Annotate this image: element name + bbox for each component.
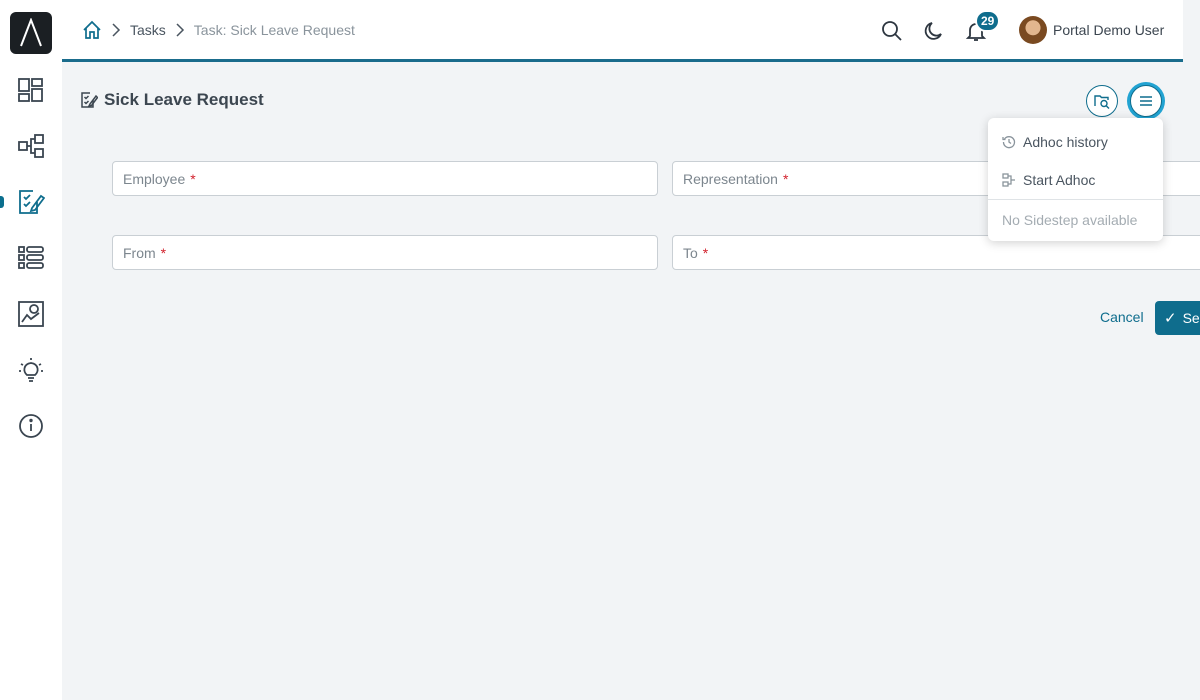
- history-icon: [1002, 136, 1016, 149]
- actions-dropdown-menu: Adhoc history Start Adhoc No Sidestep av…: [988, 118, 1163, 241]
- list-icon: [18, 246, 44, 269]
- search-icon: [882, 21, 902, 41]
- cancel-button[interactable]: Cancel: [1100, 309, 1144, 325]
- send-label: Ser: [1182, 310, 1200, 326]
- from-label: From: [123, 244, 156, 261]
- avatar: [1019, 16, 1047, 44]
- menu-item-start-adhoc[interactable]: Start Adhoc: [988, 161, 1163, 199]
- breadcrumb-home[interactable]: [82, 20, 102, 40]
- breadcrumb-current-task: Task: Sick Leave Request: [193, 22, 355, 38]
- no-sidestep-note: No Sidestep available: [1002, 212, 1138, 228]
- breadcrumb-separator-icon: [175, 23, 185, 37]
- moon-icon: [924, 22, 942, 40]
- from-date-field[interactable]: From *: [112, 235, 658, 270]
- notification-count-badge: 29: [975, 10, 1001, 32]
- sidebar: [0, 0, 62, 700]
- dark-mode-toggle[interactable]: [921, 18, 947, 44]
- required-marker: *: [190, 170, 196, 187]
- required-marker: *: [702, 244, 709, 261]
- send-button[interactable]: ✓ Ser: [1155, 301, 1200, 335]
- sidebar-item-list[interactable]: [0, 236, 62, 280]
- sidebar-item-dashboard[interactable]: [0, 68, 62, 112]
- folder-search-icon: [1094, 95, 1110, 109]
- breadcrumb: Tasks Task: Sick Leave Request: [82, 20, 355, 40]
- process-icon: [18, 134, 44, 158]
- required-marker: *: [160, 244, 167, 261]
- sidebar-item-info[interactable]: [0, 404, 62, 448]
- employee-label: Employee: [123, 170, 186, 187]
- ideas-icon: [19, 358, 43, 382]
- tasks-icon: [19, 190, 45, 214]
- logo-icon: [20, 18, 42, 47]
- required-marker: *: [782, 170, 789, 187]
- menu-item-label: Start Adhoc: [1023, 172, 1096, 188]
- dashboard-icon: [18, 78, 43, 102]
- to-label: To: [683, 244, 698, 261]
- search-button[interactable]: [879, 18, 905, 44]
- home-icon: [83, 20, 101, 39]
- menu-divider: [988, 199, 1163, 200]
- menu-item-adhoc-history[interactable]: Adhoc history: [988, 123, 1163, 161]
- menu-item-label: Adhoc history: [1023, 134, 1108, 150]
- page-title-row: Sick Leave Request: [80, 90, 264, 110]
- checkmark-icon: ✓: [1164, 310, 1177, 327]
- employee-field[interactable]: Employee *: [112, 161, 658, 196]
- user-name: Portal Demo User: [1053, 22, 1165, 38]
- sidebar-item-tasks[interactable]: [0, 180, 62, 224]
- top-header: Tasks Task: Sick Leave Request 29 Portal…: [62, 0, 1183, 62]
- case-details-button[interactable]: [1086, 85, 1118, 117]
- representation-label: Representation: [683, 170, 778, 187]
- user-menu[interactable]: Portal Demo User: [1019, 16, 1164, 44]
- sidebar-item-ideas[interactable]: [0, 348, 62, 392]
- breadcrumb-separator-icon: [111, 23, 121, 37]
- start-adhoc-icon: [1002, 173, 1015, 187]
- task-edit-icon: [81, 92, 98, 108]
- app-logo[interactable]: [10, 12, 52, 54]
- info-icon: [19, 414, 43, 438]
- sidebar-item-statistics[interactable]: [0, 292, 62, 336]
- breadcrumb-tasks[interactable]: Tasks: [130, 22, 166, 38]
- page-title: Sick Leave Request: [104, 90, 264, 109]
- sidebar-item-processes[interactable]: [0, 124, 62, 168]
- statistics-icon: [18, 301, 44, 327]
- actions-menu-button[interactable]: [1130, 85, 1162, 117]
- hamburger-icon: [1140, 96, 1152, 106]
